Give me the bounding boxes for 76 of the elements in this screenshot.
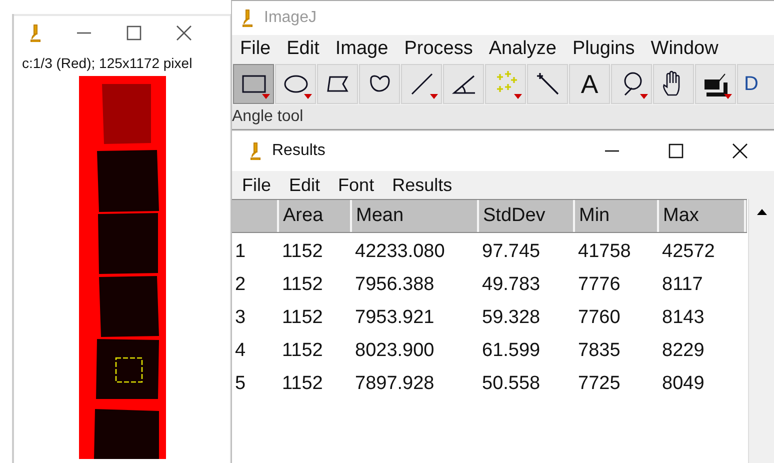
table-cell-text: 42572 <box>661 240 716 264</box>
row-number: 2 <box>234 273 247 297</box>
column-header[interactable]: Min <box>575 200 659 232</box>
window-title: Results <box>272 142 326 160</box>
menu-item[interactable]: Window <box>642 38 726 60</box>
tool-button[interactable] <box>317 64 358 104</box>
menu-item[interactable]: Results <box>383 174 462 196</box>
table-cell-text: 8229 <box>661 339 706 363</box>
table-cell-text: 50.558 <box>481 372 542 396</box>
tool-button[interactable]: D <box>737 64 774 104</box>
table-cell-text: 1152 <box>281 273 324 297</box>
microscope-icon <box>28 24 42 42</box>
tool-button[interactable] <box>695 64 736 104</box>
table-cell-text: 7953.921 <box>354 306 436 330</box>
close-icon[interactable] <box>176 25 192 41</box>
maximize-icon[interactable] <box>668 143 684 159</box>
menu-item[interactable]: Image <box>327 38 396 60</box>
table-cell-text: 1152 <box>281 306 324 330</box>
tool-button[interactable]: A <box>569 64 610 104</box>
row-number: 1 <box>234 240 247 264</box>
column-header[interactable]: Area <box>279 200 352 232</box>
table-cell-text: 49.783 <box>481 273 542 297</box>
microscope-icon <box>248 142 262 160</box>
table-cell-text: 42233.080 <box>354 240 446 264</box>
table-cell-text: 8143 <box>661 306 706 330</box>
status-text: Angle tool <box>232 105 774 130</box>
table-cell-text: 61.599 <box>481 339 542 363</box>
menu-item[interactable]: Plugins <box>564 38 643 60</box>
menu-item[interactable]: Edit <box>280 174 330 196</box>
table-cell-text: 7760 <box>577 306 622 330</box>
column-header[interactable]: Mean <box>352 200 479 232</box>
menu-item[interactable]: Edit <box>278 38 328 60</box>
dropdown-caret-icon <box>724 94 732 99</box>
column-header[interactable]: StdDev <box>479 200 575 232</box>
maximize-icon[interactable] <box>126 25 142 41</box>
row-number: 3 <box>234 306 247 330</box>
row-number: 5 <box>234 372 247 396</box>
table-cell-text: 7956.388 <box>354 273 436 297</box>
table-cell-text: 7835 <box>577 339 622 363</box>
tool-button[interactable] <box>233 64 274 104</box>
scrollbar[interactable] <box>748 199 774 463</box>
table-cell-text: 7725 <box>577 372 622 396</box>
dropdown-caret-icon <box>262 94 270 99</box>
table-cell-text: 8023.900 <box>354 339 436 363</box>
menu-item[interactable]: File <box>240 38 279 60</box>
column-header[interactable]: Max <box>659 200 746 232</box>
tool-button[interactable] <box>443 64 484 104</box>
tool-button[interactable] <box>275 64 316 104</box>
dropdown-caret-icon <box>430 94 438 99</box>
table-cell-text: 97.745 <box>481 240 542 264</box>
table-cell-text: 8049 <box>661 372 706 396</box>
menu-item[interactable]: File <box>242 174 280 196</box>
close-icon[interactable] <box>732 143 748 159</box>
menu-item[interactable]: Process <box>396 38 481 60</box>
scroll-up-icon[interactable] <box>756 209 766 215</box>
tool-button[interactable] <box>359 64 400 104</box>
table-cell-text: 7897.928 <box>354 372 436 396</box>
dropdown-caret-icon <box>640 94 648 99</box>
row-number: 4 <box>234 339 247 363</box>
table-cell-text: 41758 <box>577 240 632 264</box>
dropdown-caret-icon <box>514 94 522 99</box>
image-info: c:1/3 (Red); 125x1172 pixel <box>21 54 194 73</box>
dropdown-caret-icon <box>304 94 312 99</box>
tool-button[interactable] <box>653 64 694 104</box>
tool-button[interactable] <box>527 64 568 104</box>
table-cell-text: 1152 <box>281 339 324 363</box>
menu-item[interactable]: Analyze <box>480 38 564 60</box>
table-cell-text: 1152 <box>281 240 324 264</box>
table-cell-text: 7776 <box>577 273 622 297</box>
menu-item[interactable]: Font <box>329 174 384 196</box>
table-cell-text: 8117 <box>661 273 704 297</box>
table-cell-text: 1152 <box>281 372 324 396</box>
tool-button[interactable] <box>611 64 652 104</box>
window-title: ImageJ <box>264 9 316 27</box>
microscope-icon <box>240 9 254 27</box>
table-cell-text: 59.328 <box>481 306 542 330</box>
